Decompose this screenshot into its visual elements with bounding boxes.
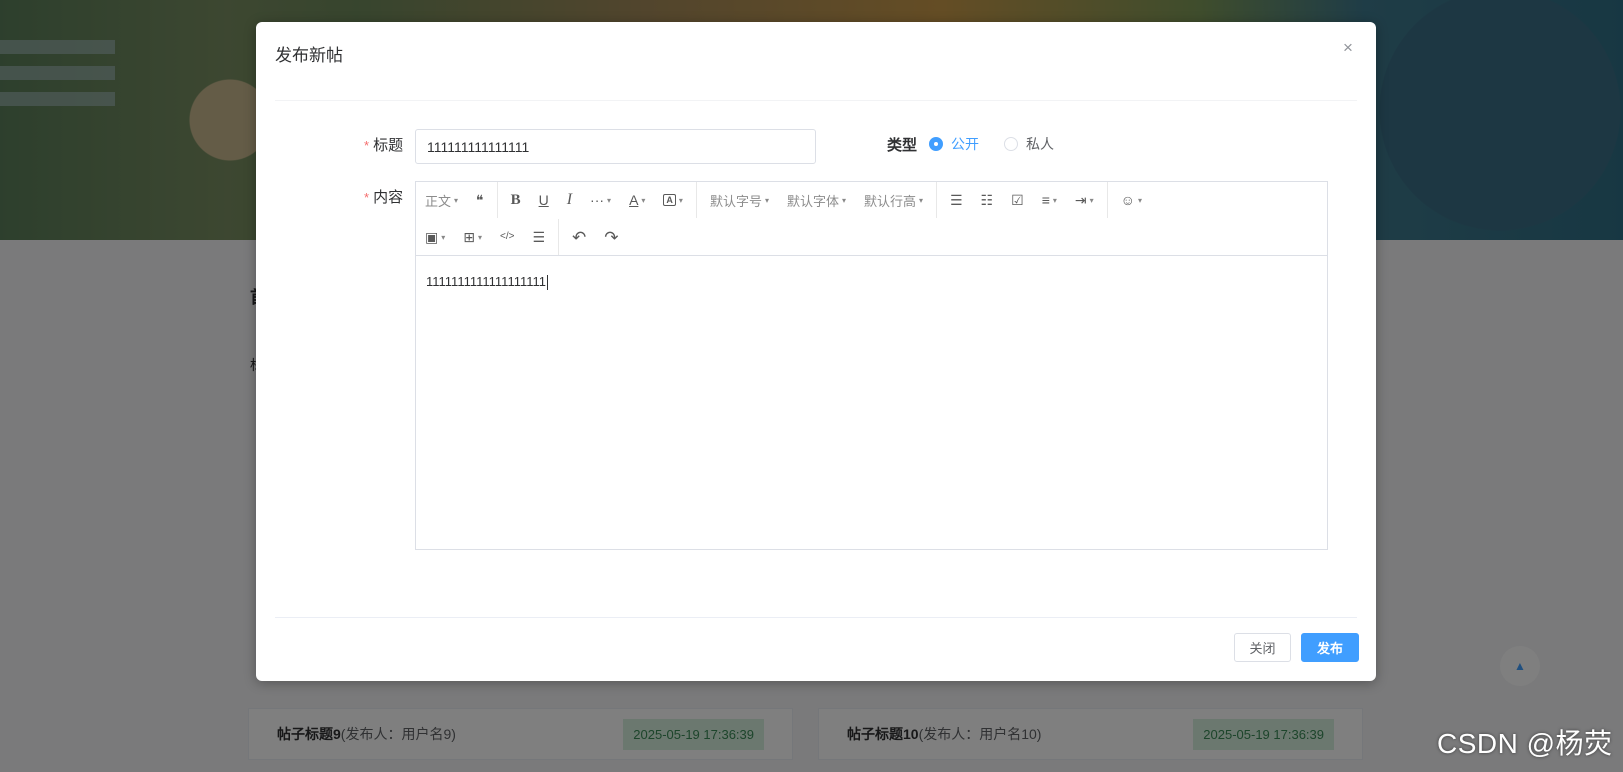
more-styles-dropdown[interactable]: ··· ▾ <box>581 182 620 218</box>
code-icon: </> <box>500 231 515 242</box>
required-mark: * <box>364 138 370 153</box>
close-button[interactable]: 关闭 <box>1234 633 1291 662</box>
italic-icon: I <box>566 191 573 208</box>
radio-unchecked-icon <box>1004 137 1018 151</box>
title-input[interactable] <box>415 129 816 164</box>
radio-public[interactable]: 公开 <box>929 134 979 154</box>
type-label: 类型 <box>887 137 918 154</box>
toolbar-divider <box>558 219 560 255</box>
editor-content-text: 1111111111111111111 <box>426 274 547 289</box>
numbered-list-icon: ☷ <box>980 192 994 208</box>
bg-color-dropdown[interactable]: A ▾ <box>654 182 692 218</box>
line-height-dropdown[interactable]: 默认行高 ▾ <box>855 182 932 218</box>
undo-icon: ↶ <box>572 227 587 247</box>
underline-button[interactable]: U <box>530 182 558 218</box>
font-family-dropdown[interactable]: 默认字体 ▾ <box>778 182 855 218</box>
radio-checked-icon <box>929 137 943 151</box>
font-size-dropdown[interactable]: 默认字号 ▾ <box>701 182 778 218</box>
required-mark: * <box>364 190 370 205</box>
redo-icon: ↷ <box>604 227 619 247</box>
todo-button[interactable]: ☑ <box>1002 182 1033 218</box>
text-cursor <box>547 275 549 291</box>
close-icon[interactable]: × <box>1340 39 1356 56</box>
new-post-dialog: 发布新帖 × *标题 类型 公开 私人 *内容 正文▾ ❝ B U I ···▾… <box>256 22 1376 681</box>
code-button[interactable]: </> <box>491 219 523 255</box>
font-color-icon: A <box>629 192 639 208</box>
title-label: * 标题 <box>364 134 403 155</box>
italic-button[interactable]: I <box>558 182 581 218</box>
rich-text-editor: 正文 ▾ ❝ B U I ··· ▾ A ▾ A ▾ 默认字号 ▾ 默认字体 ▾ 默认行高 ▾… <box>415 181 1328 550</box>
font-color-dropdown[interactable]: A ▾ <box>620 182 654 218</box>
divider-icon: ☰ <box>532 229 546 245</box>
justify-dropdown[interactable]: ≡ ▾ <box>1033 182 1066 218</box>
indent-dropdown[interactable]: ⇥ ▾ <box>1066 182 1103 218</box>
radio-private-label: 私人 <box>1026 136 1054 152</box>
editor-toolbar: 正文 ▾ ❝ B U I ··· ▾ A ▾ A ▾ 默认字号 ▾ 默认字体 ▾ 默认行高 ▾… <box>416 182 1327 256</box>
underline-icon: U <box>538 192 549 208</box>
title-label-text: 标题 <box>373 137 404 154</box>
radio-public-label: 公开 <box>951 136 979 152</box>
dialog-title: 发布新帖 <box>275 46 343 65</box>
image-icon: ▣ <box>425 229 439 245</box>
editor-content-area[interactable]: 1111111111111111111 <box>416 257 1327 549</box>
toolbar-divider <box>496 182 498 218</box>
paragraph-dropdown[interactable]: 正文 ▾ <box>416 182 467 218</box>
smile-icon: ☺ <box>1120 192 1135 208</box>
checkbox-icon: ☑ <box>1011 192 1024 208</box>
image-dropdown[interactable]: ▣ ▾ <box>416 219 454 255</box>
align-icon: ≡ <box>1041 192 1050 208</box>
undo-button[interactable]: ↶ <box>563 219 595 255</box>
bullet-list-icon: ☰ <box>950 192 963 208</box>
content-label-text: 内容 <box>373 189 404 206</box>
bold-icon: B <box>510 191 521 208</box>
numbered-list-button[interactable]: ☷ <box>972 182 1003 218</box>
emotion-dropdown[interactable]: ☺ ▾ <box>1112 182 1151 218</box>
toolbar-divider <box>695 182 697 218</box>
indent-icon: ⇥ <box>1074 192 1087 208</box>
quote-button[interactable]: ❝ <box>467 182 493 218</box>
table-icon: ⊞ <box>463 229 475 245</box>
toolbar-divider <box>936 182 938 218</box>
content-label: * 内容 <box>364 186 403 207</box>
more-icon: ··· <box>590 192 605 208</box>
toolbar-divider <box>1106 182 1108 218</box>
redo-button[interactable]: ↷ <box>595 219 627 255</box>
quote-icon: ❝ <box>476 192 484 208</box>
watermark: CSDN @杨荧 <box>1437 728 1613 759</box>
bg-color-icon: A <box>663 194 676 206</box>
table-dropdown[interactable]: ⊞ ▾ <box>454 219 491 255</box>
divider-button[interactable]: ☰ <box>523 219 554 255</box>
publish-button[interactable]: 发布 <box>1301 633 1359 662</box>
bold-button[interactable]: B <box>502 182 530 218</box>
radio-private[interactable]: 私人 <box>1004 134 1054 154</box>
bullet-list-button[interactable]: ☰ <box>941 182 972 218</box>
